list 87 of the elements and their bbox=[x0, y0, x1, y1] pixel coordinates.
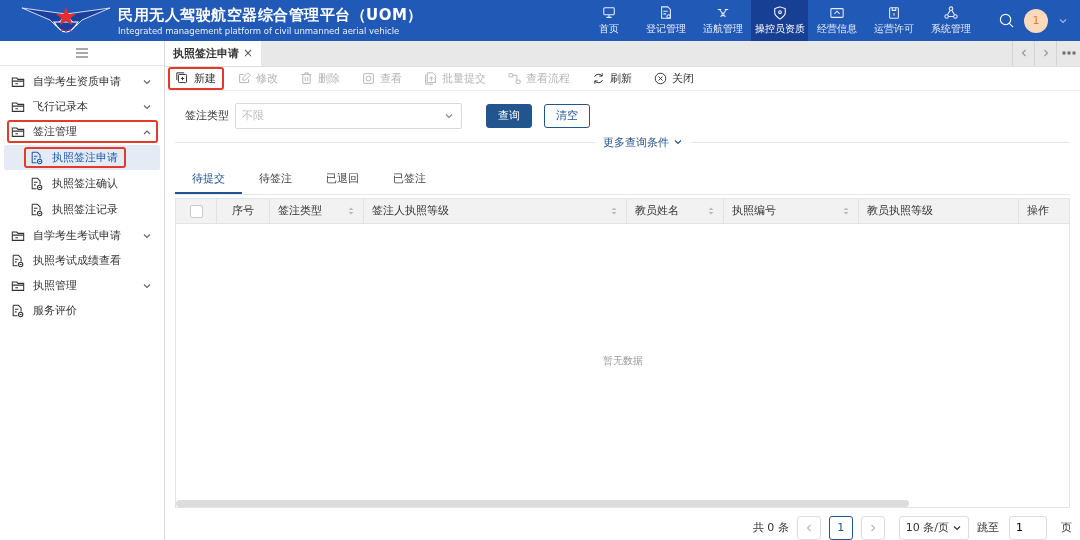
select-all-checkbox[interactable] bbox=[189, 204, 203, 218]
file-icon bbox=[11, 253, 25, 268]
column-header: 签注人执照等级 bbox=[372, 204, 449, 219]
screen-icon bbox=[829, 5, 844, 20]
shield-icon bbox=[772, 5, 787, 20]
sidebar-item[interactable]: 服务评价 bbox=[7, 299, 158, 322]
page-unit-label: 页 bbox=[1061, 520, 1072, 536]
more-conditions-link[interactable]: 更多查询条件 bbox=[594, 134, 691, 150]
jump-input[interactable]: 1 bbox=[1009, 516, 1047, 540]
upload-icon bbox=[424, 71, 437, 85]
platform-title: 民用无人驾驶航空器综合管理平台（UOM） bbox=[118, 5, 423, 25]
sidebar-subitem[interactable]: 执照签注记录 bbox=[24, 199, 126, 220]
platform-subtitle: Integrated management platform of civil unmanned aerial vehicle bbox=[118, 25, 401, 36]
page-number[interactable]: 1 bbox=[828, 516, 853, 540]
empty-message: 暂无数据 bbox=[601, 354, 644, 369]
nav-item[interactable]: 经营信息 bbox=[808, 0, 865, 41]
folder-icon bbox=[11, 228, 25, 243]
search-icon bbox=[999, 13, 1014, 28]
status-tab[interactable]: 已签注 bbox=[376, 166, 443, 195]
nav-item[interactable]: 系统管理 bbox=[922, 0, 979, 41]
refresh-icon bbox=[592, 71, 605, 85]
sidebar-item[interactable]: 自学考生资质申请 bbox=[7, 70, 158, 93]
previous-page-button[interactable] bbox=[796, 516, 821, 540]
column-header: 执照编号 bbox=[732, 204, 776, 219]
sidebar-item[interactable]: 执照考试成绩查看 bbox=[7, 249, 158, 272]
nav-item[interactable]: 运营许可 bbox=[865, 0, 922, 41]
chevron-down-icon bbox=[952, 523, 962, 533]
nav-item[interactable]: 适航管理 bbox=[694, 0, 751, 41]
toolbar-button[interactable]: 关闭 bbox=[646, 66, 702, 90]
sort-icon bbox=[707, 206, 715, 217]
status-tab[interactable]: 待提交 bbox=[175, 166, 242, 195]
sidebar-item[interactable]: 执照管理 bbox=[7, 274, 158, 297]
nav-item[interactable]: 操控员资质 bbox=[751, 0, 808, 41]
flow-icon bbox=[508, 71, 521, 85]
nav-item[interactable]: 登记管理 bbox=[637, 0, 694, 41]
toolbar-button[interactable]: 刷新 bbox=[584, 66, 640, 90]
document-icon bbox=[658, 5, 673, 20]
column-header: 教员执照等级 bbox=[867, 204, 933, 219]
monitor-icon bbox=[601, 5, 616, 20]
badge-icon bbox=[886, 5, 901, 20]
folder-icon bbox=[11, 278, 25, 293]
sidebar-item[interactable]: 自学考生考试申请 bbox=[7, 224, 158, 247]
folder-icon bbox=[11, 99, 25, 114]
status-tab[interactable]: 待签注 bbox=[242, 166, 309, 195]
header-cell[interactable]: 执照编号 bbox=[723, 199, 858, 224]
header-cell[interactable]: 签注人执照等级 bbox=[363, 199, 626, 224]
column-header: 教员姓名 bbox=[635, 204, 679, 219]
total-count: 共 0 条 bbox=[752, 520, 789, 536]
header-cell[interactable]: 教员姓名 bbox=[626, 199, 723, 224]
type-select[interactable]: 不限 bbox=[235, 102, 462, 129]
column-header: 签注类型 bbox=[278, 204, 322, 219]
sidebar-subitem[interactable]: 执照签注确认 bbox=[24, 173, 126, 194]
column-header: 操作 bbox=[1027, 204, 1049, 219]
close-icon bbox=[654, 71, 667, 85]
file-icon bbox=[30, 202, 44, 217]
more-icon bbox=[1061, 51, 1076, 56]
sidebar-item[interactable]: 签注管理 bbox=[7, 120, 158, 143]
column-header: 序号 bbox=[232, 204, 254, 219]
folder-icon bbox=[11, 124, 25, 139]
edit-icon bbox=[238, 71, 251, 85]
sidebar-item[interactable]: 飞行记录本 bbox=[7, 95, 158, 118]
nodes-icon bbox=[943, 5, 958, 20]
file-icon bbox=[11, 303, 25, 318]
page-tab[interactable]: 执照签注申请 × bbox=[165, 41, 262, 66]
folder-icon bbox=[11, 74, 25, 89]
query-button[interactable]: 查询 bbox=[486, 103, 532, 128]
scrollbar[interactable] bbox=[176, 500, 909, 507]
sort-icon bbox=[347, 206, 355, 217]
trash-icon bbox=[300, 71, 313, 85]
close-tab-icon[interactable]: × bbox=[243, 46, 254, 61]
status-tab[interactable]: 已退回 bbox=[309, 166, 376, 195]
view-icon bbox=[362, 71, 375, 85]
header-cell[interactable]: 签注类型 bbox=[269, 199, 363, 224]
plus-icon bbox=[176, 71, 189, 85]
file-icon bbox=[30, 176, 44, 191]
sidebar-subitem[interactable]: 执照签注申请 bbox=[24, 147, 126, 168]
filter-label: 签注类型 bbox=[185, 108, 229, 124]
file-icon bbox=[30, 150, 44, 165]
nav-item[interactable]: 首页 bbox=[580, 0, 637, 41]
toolbar-button[interactable]: 新建 bbox=[168, 66, 224, 90]
next-page-button[interactable] bbox=[860, 516, 885, 540]
clear-button[interactable]: 清空 bbox=[544, 103, 590, 128]
jump-label: 跳至 bbox=[977, 520, 999, 536]
sort-icon bbox=[610, 206, 618, 217]
sort-icon bbox=[842, 206, 850, 217]
menu-icon bbox=[75, 47, 89, 59]
page-size-select[interactable]: 10 条/页 bbox=[898, 516, 969, 540]
